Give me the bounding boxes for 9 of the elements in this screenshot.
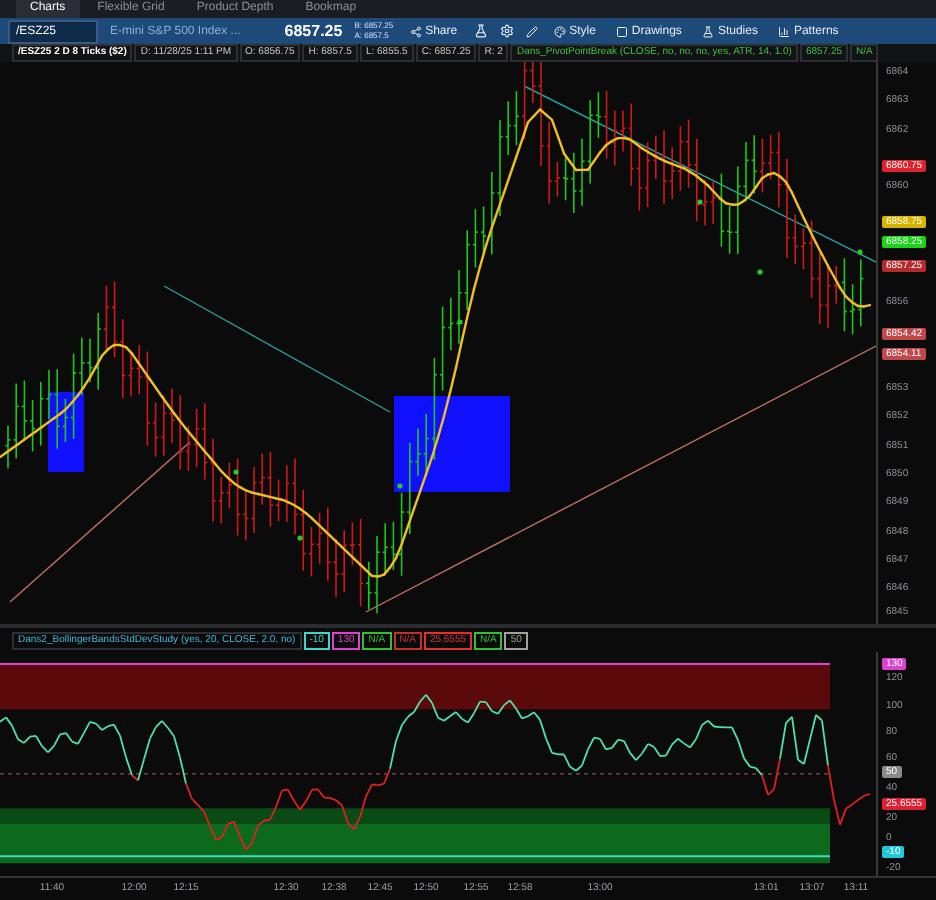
toolbar-icon (553, 25, 566, 37)
settings-icon[interactable] (499, 24, 514, 38)
flask-icon[interactable] (473, 24, 488, 38)
share-icon (409, 25, 422, 37)
last-price: 6857.25 (284, 22, 343, 40)
toolbar-icon (701, 25, 714, 37)
pencil-icon[interactable] (525, 25, 538, 37)
toolbar-icon (777, 25, 790, 37)
toolbar-icon (615, 25, 628, 37)
